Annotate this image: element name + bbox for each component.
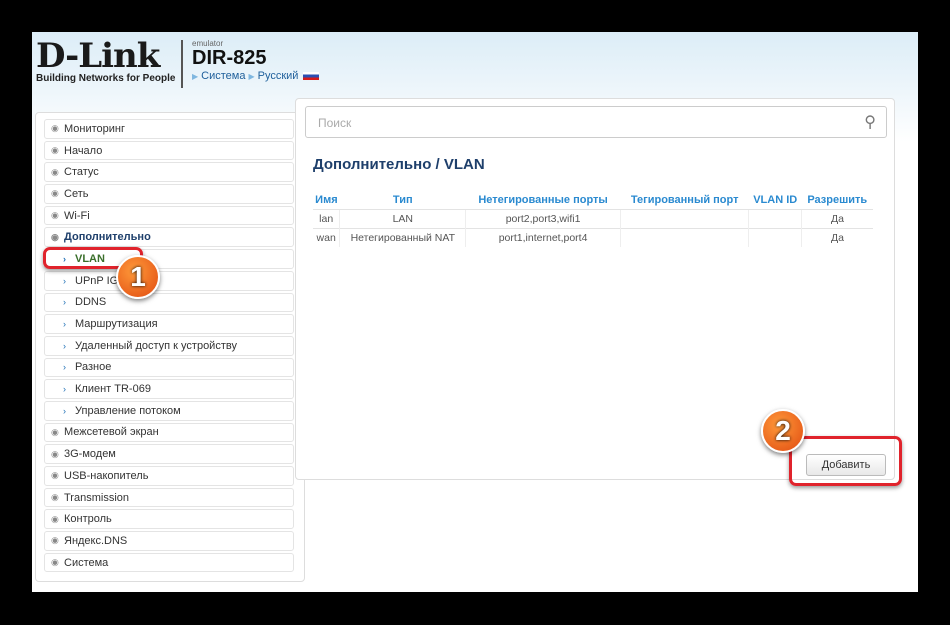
arrow-icon: ▶ (248, 71, 255, 81)
sidebar-item-label: Маршрутизация (75, 318, 158, 331)
language-link[interactable]: Русский (258, 70, 299, 82)
sidebar-item[interactable]: ◉ Статус (44, 162, 294, 183)
step-badge-1: 1 (116, 255, 160, 299)
column-header[interactable]: Тегированный порт (620, 191, 749, 209)
sidebar-item[interactable]: ◉ Дополнительно (44, 227, 294, 248)
expand-icon: ◉ (51, 492, 59, 503)
sidebar-item[interactable]: ◉ Система (44, 552, 294, 573)
sidebar-item[interactable]: ◉ 3G-модем (44, 444, 294, 464)
router-web-ui: D-Link Building Networks for People emul… (32, 32, 918, 592)
table-row[interactable]: wan Нетегированный NAT port1,internet,port… (313, 227, 873, 247)
table-cell: port1,internet,port4 (465, 227, 621, 247)
sidebar-item[interactable]: › DDNS (44, 292, 294, 313)
sidebar-item-label: Клиент TR-069 (75, 383, 151, 396)
expand-icon: ◉ (51, 145, 59, 156)
header-links: ▶ Система ▶ Русский (192, 70, 320, 82)
sidebar-item-label: Яндекс.DNS (64, 534, 128, 547)
chevron-right-icon: › (63, 275, 66, 286)
sidebar-item[interactable]: › Удаленный доступ к устройству (44, 335, 294, 356)
model-info: emulator DIR-825 ▶ Система ▶ Русский (192, 39, 320, 82)
vlan-table: Имя Тип Нетегированные порты Тегированный п… (313, 191, 873, 247)
sidebar-item-label: Transmission (64, 491, 129, 504)
table-row[interactable]: lan LAN port2,port3,wifi1 Да (313, 208, 873, 228)
expand-icon: ◉ (51, 426, 59, 437)
step-badge-2: 2 (761, 409, 805, 453)
sidebar-item[interactable]: ◉ Яндекс.DNS (44, 531, 294, 551)
page-title: Дополнительно / VLAN (313, 156, 485, 173)
search-input[interactable]: Поиск ⚲ (305, 106, 887, 138)
chevron-right-icon: › (63, 297, 66, 308)
main-panel: Поиск ⚲ Дополнительно / VLAN Имя Тип Нетег… (295, 98, 895, 480)
table-cell (748, 208, 802, 228)
column-header[interactable]: Разрешить (802, 191, 874, 209)
sidebar-item-label: Межсетевой экран (64, 426, 159, 439)
sidebar-item[interactable]: › Управление потоком (44, 400, 294, 421)
sidebar-item-label: USB-накопитель (64, 469, 149, 482)
expand-icon: ◉ (51, 210, 59, 221)
table-cell (748, 227, 802, 247)
sidebar-menu: ◉ Мониторинг ◉ Начало ◉ Статус ◉ Сеть ◉ Wi-Fi ◉ Доп… (35, 112, 305, 582)
sidebar-item-label: Дополнительно (64, 231, 151, 244)
collapse-icon: ◉ (51, 231, 59, 242)
sidebar-item-label: Wi-Fi (64, 209, 90, 222)
expand-icon: ◉ (51, 188, 59, 199)
sidebar-item-label: Контроль (64, 513, 112, 526)
expand-icon: ◉ (51, 166, 59, 177)
expand-icon: ◉ (51, 448, 59, 459)
russian-flag-icon[interactable] (303, 72, 320, 80)
table-cell: lan (313, 208, 340, 228)
chevron-right-icon: › (63, 384, 66, 395)
table-cell: Да (801, 208, 873, 228)
column-header[interactable]: VLAN ID (749, 191, 802, 209)
sidebar-item[interactable]: › Разное (44, 357, 294, 378)
expand-icon: ◉ (51, 513, 59, 524)
chevron-right-icon: › (63, 362, 66, 373)
expand-icon: ◉ (51, 123, 59, 134)
sidebar-item-label: Удаленный доступ к устройству (75, 339, 237, 352)
expand-icon: ◉ (51, 557, 59, 568)
table-cell: wan (313, 227, 340, 247)
sidebar-item[interactable]: ◉ Transmission (44, 487, 294, 508)
chevron-right-icon: › (63, 405, 66, 416)
sidebar-item[interactable]: ◉ Сеть (44, 184, 294, 204)
sidebar-item[interactable]: ◉ Мониторинг (44, 119, 294, 139)
sidebar-item-label: Система (64, 556, 109, 569)
sidebar-item[interactable]: › Клиент TR-069 (44, 379, 294, 399)
column-header[interactable]: Имя (313, 191, 340, 209)
sidebar-item[interactable]: ◉ Межсетевой экран (44, 422, 294, 443)
table-header: Имя Тип Нетегированные порты Тегированный п… (313, 191, 873, 209)
sidebar-item[interactable]: › UPnP IGD (44, 270, 294, 291)
column-header[interactable]: Нетегированные порты (466, 191, 621, 209)
table-cell (619, 227, 749, 247)
sidebar-item-label: Начало (64, 144, 103, 157)
search-icon[interactable]: ⚲ (864, 112, 876, 132)
dlink-logo: D-Link Building Networks for People (36, 36, 176, 84)
highlight-add-button (789, 436, 902, 486)
sidebar-item-label: Сеть (64, 187, 89, 200)
column-header[interactable]: Тип (340, 191, 466, 209)
table-cell: Нетегированный NAT (339, 227, 466, 247)
header-divider (181, 40, 183, 88)
table-cell: Да (801, 227, 873, 247)
table-cell: LAN (339, 208, 466, 228)
expand-icon: ◉ (51, 535, 59, 546)
sidebar-item[interactable]: ◉ USB-накопитель (44, 466, 294, 486)
sidebar-item-label: 3G-модем (64, 448, 116, 461)
sidebar-item-label: Разное (75, 361, 112, 374)
sidebar-item[interactable]: ◉ Контроль (44, 509, 294, 530)
sidebar-item[interactable]: ◉ Начало (44, 140, 294, 161)
sidebar-item-label: Управление потоком (75, 404, 181, 417)
sidebar-item-label: DDNS (75, 296, 107, 309)
sidebar-item[interactable]: ◉ Wi-Fi (44, 205, 294, 226)
table-cell (619, 208, 749, 228)
system-link[interactable]: Система (201, 70, 245, 82)
sidebar-item[interactable]: › Маршрутизация (44, 314, 294, 334)
sidebar-item-label: Статус (64, 166, 99, 179)
chevron-right-icon: › (63, 340, 66, 351)
table-cell: port2,port3,wifi1 (465, 208, 621, 228)
chevron-right-icon: › (63, 319, 66, 330)
sidebar-item-label: Мониторинг (64, 122, 126, 135)
arrow-icon: ▶ (192, 71, 199, 81)
expand-icon: ◉ (51, 470, 59, 481)
